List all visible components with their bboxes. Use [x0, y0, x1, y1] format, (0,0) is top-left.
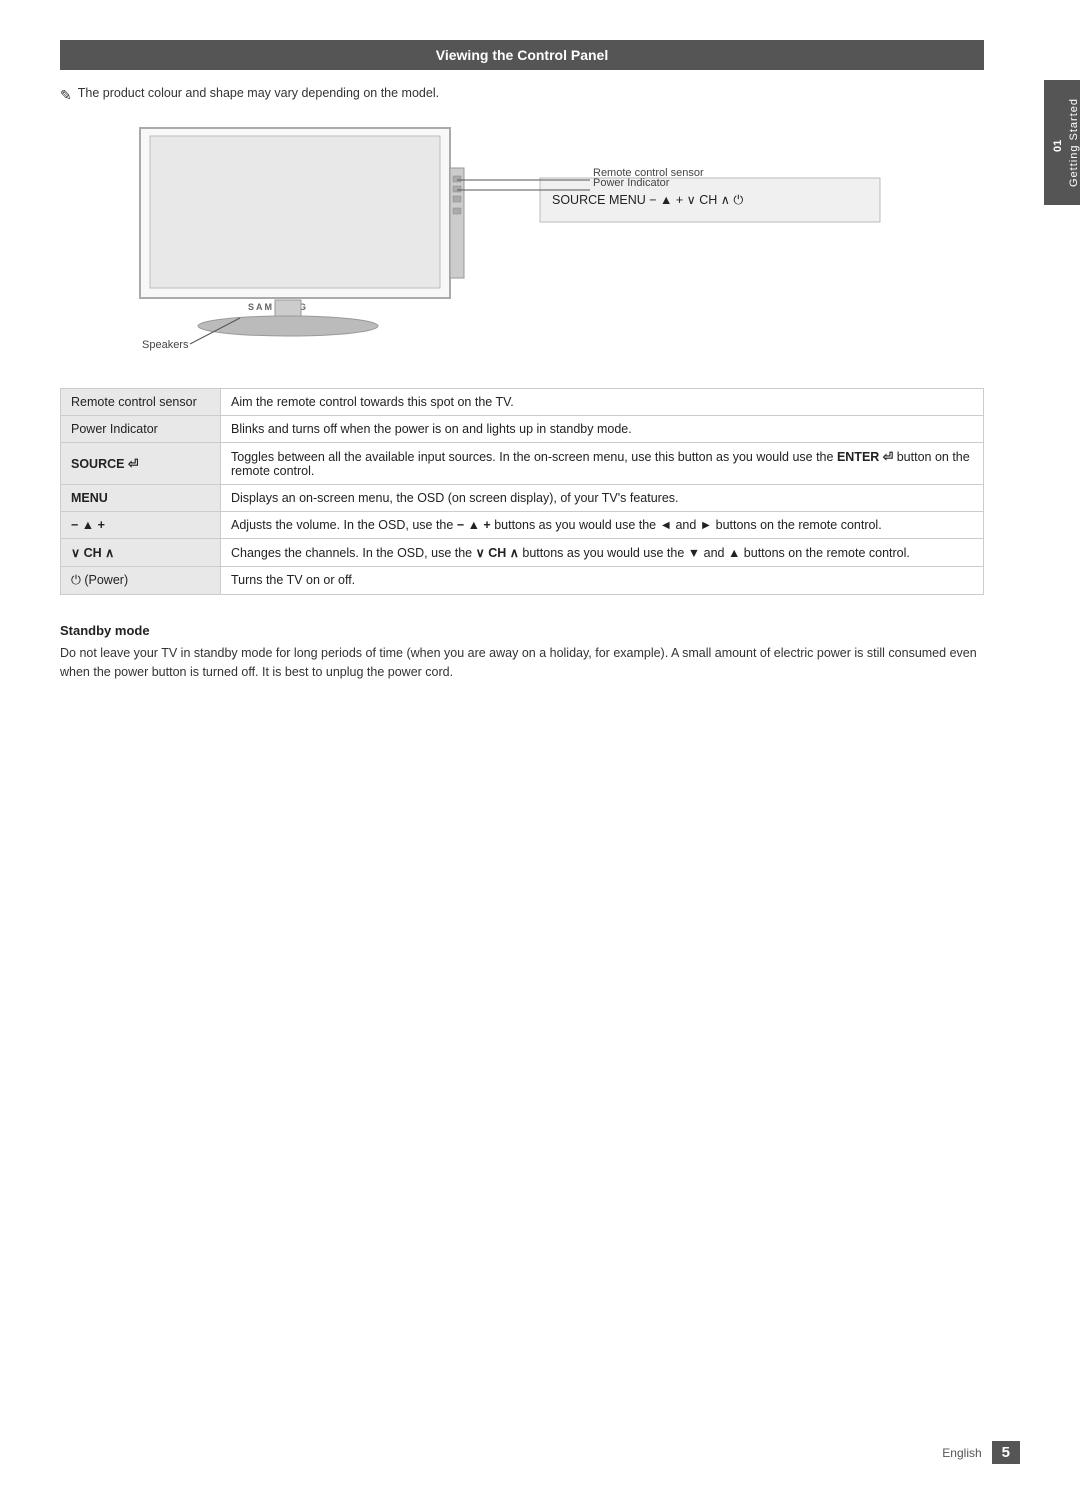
- side-tab-number: 01: [1052, 139, 1064, 151]
- table-cell-label: Power Indicator: [61, 416, 221, 443]
- power-label: ⏻ (Power): [71, 573, 128, 587]
- table-row: Power Indicator Blinks and turns off whe…: [61, 416, 984, 443]
- tv-diagram-svg: SAMSUNG SOURCE MENU − ▲ + ∨ CH ∧ ⏻ Remot…: [60, 118, 900, 368]
- table-cell-label: MENU: [61, 485, 221, 512]
- table-cell-desc: Aim the remote control towards this spot…: [221, 389, 984, 416]
- strip-btn-4: [453, 208, 461, 214]
- side-tab: 01 Getting Started: [1044, 80, 1080, 205]
- table-cell-desc: Adjusts the volume. In the OSD, use the …: [221, 512, 984, 539]
- standby-section: Standby mode Do not leave your TV in sta…: [60, 623, 984, 683]
- control-panel-text: SOURCE MENU − ▲ + ∨ CH ∧ ⏻: [552, 193, 743, 207]
- label-power-indicator: Power Indicator: [593, 177, 670, 189]
- note-text: The product colour and shape may vary de…: [78, 86, 439, 100]
- note-line: ✎ The product colour and shape may vary …: [60, 86, 984, 104]
- table-row: ∨ CH ∧ Changes the channels. In the OSD,…: [61, 539, 984, 567]
- table-cell-desc: Changes the channels. In the OSD, use th…: [221, 539, 984, 567]
- page-footer: English 5: [942, 1441, 1020, 1464]
- speakers-label: Speakers: [142, 339, 189, 351]
- menu-label: MENU: [71, 491, 108, 505]
- strip-btn-2: [453, 186, 461, 192]
- strip-btn-3: [453, 196, 461, 202]
- table-cell-desc: Displays an on-screen menu, the OSD (on …: [221, 485, 984, 512]
- section-header: Viewing the Control Panel: [60, 40, 984, 70]
- volume-label: − ▲ +: [71, 518, 105, 532]
- channel-label: ∨ CH ∧: [71, 546, 114, 560]
- control-table: Remote control sensor Aim the remote con…: [60, 388, 984, 595]
- table-cell-label: − ▲ +: [61, 512, 221, 539]
- strip-btn-1: [453, 176, 461, 182]
- control-strip: [450, 168, 464, 278]
- table-cell-label: SOURCE ⏎: [61, 443, 221, 485]
- table-cell-desc: Toggles between all the available input …: [221, 443, 984, 485]
- diagram-area: SAMSUNG SOURCE MENU − ▲ + ∨ CH ∧ ⏻ Remot…: [60, 118, 900, 368]
- standby-text: Do not leave your TV in standby mode for…: [60, 644, 984, 683]
- table-cell-desc: Turns the TV on or off.: [221, 567, 984, 595]
- tv-inner-screen: [150, 136, 440, 288]
- table-row: MENU Displays an on-screen menu, the OSD…: [61, 485, 984, 512]
- table-cell-label: ∨ CH ∧: [61, 539, 221, 567]
- table-row: Remote control sensor Aim the remote con…: [61, 389, 984, 416]
- side-tab-text: Getting Started: [1068, 98, 1080, 187]
- note-icon: ✎: [60, 87, 72, 104]
- source-label: SOURCE ⏎: [71, 457, 138, 471]
- table-cell-label: Remote control sensor: [61, 389, 221, 416]
- standby-title: Standby mode: [60, 623, 984, 638]
- table-row: − ▲ + Adjusts the volume. In the OSD, us…: [61, 512, 984, 539]
- page-container: 01 Getting Started Viewing the Control P…: [0, 0, 1080, 1494]
- footer-lang: English: [942, 1446, 981, 1460]
- table-cell-desc: Blinks and turns off when the power is o…: [221, 416, 984, 443]
- page-number: 5: [992, 1441, 1020, 1464]
- table-row: ⏻ (Power) Turns the TV on or off.: [61, 567, 984, 595]
- table-cell-label: ⏻ (Power): [61, 567, 221, 595]
- table-row: SOURCE ⏎ Toggles between all the availab…: [61, 443, 984, 485]
